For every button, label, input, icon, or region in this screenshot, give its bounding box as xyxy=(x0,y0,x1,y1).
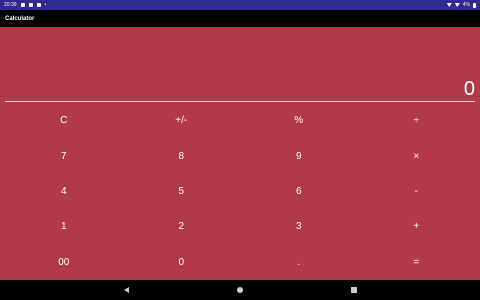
keypad: C +/- % ÷ 7 8 9 × 4 5 6 - 1 2 3 + 00 0 .… xyxy=(5,103,475,280)
equals-button[interactable]: = xyxy=(358,245,476,280)
subtract-button[interactable]: - xyxy=(358,174,476,209)
status-left: 20:39 • xyxy=(4,2,46,8)
decimal-button[interactable]: . xyxy=(240,245,358,280)
calculator-display: 0 xyxy=(5,27,475,102)
double-zero-button[interactable]: 00 xyxy=(5,245,123,280)
status-right: 4% xyxy=(446,2,476,8)
status-bar: 20:39 • 4% xyxy=(0,0,480,10)
digit-7-button[interactable]: 7 xyxy=(5,138,123,173)
notification-icon xyxy=(28,3,33,7)
home-icon[interactable] xyxy=(236,287,243,293)
toggle-sign-button[interactable]: +/- xyxy=(123,103,241,138)
navigation-bar xyxy=(0,280,480,300)
digit-1-button[interactable]: 1 xyxy=(5,209,123,244)
multiply-button[interactable]: × xyxy=(358,138,476,173)
notification-icon xyxy=(36,3,41,7)
digit-6-button[interactable]: 6 xyxy=(240,174,358,209)
display-value: 0 xyxy=(463,78,475,100)
digit-4-button[interactable]: 4 xyxy=(5,174,123,209)
notification-icon xyxy=(20,3,25,7)
digit-5-button[interactable]: 5 xyxy=(123,174,241,209)
digit-0-button[interactable]: 0 xyxy=(123,245,241,280)
digit-3-button[interactable]: 3 xyxy=(240,209,358,244)
recents-icon[interactable] xyxy=(350,287,357,293)
app-bar: Calculator xyxy=(0,10,480,27)
battery-percent: 4% xyxy=(462,2,470,8)
battery-icon xyxy=(473,2,476,8)
dot-icon: • xyxy=(44,2,47,8)
digit-2-button[interactable]: 2 xyxy=(123,209,241,244)
add-button[interactable]: + xyxy=(358,209,476,244)
divide-button[interactable]: ÷ xyxy=(358,103,476,138)
clear-button[interactable]: C xyxy=(5,103,123,138)
percent-button[interactable]: % xyxy=(240,103,358,138)
digit-9-button[interactable]: 9 xyxy=(240,138,358,173)
signal-icon xyxy=(454,3,460,7)
back-icon[interactable] xyxy=(123,287,129,293)
app-title: Calculator xyxy=(5,15,35,22)
wifi-icon xyxy=(446,3,452,7)
digit-8-button[interactable]: 8 xyxy=(123,138,241,173)
status-time: 20:39 xyxy=(4,2,17,8)
